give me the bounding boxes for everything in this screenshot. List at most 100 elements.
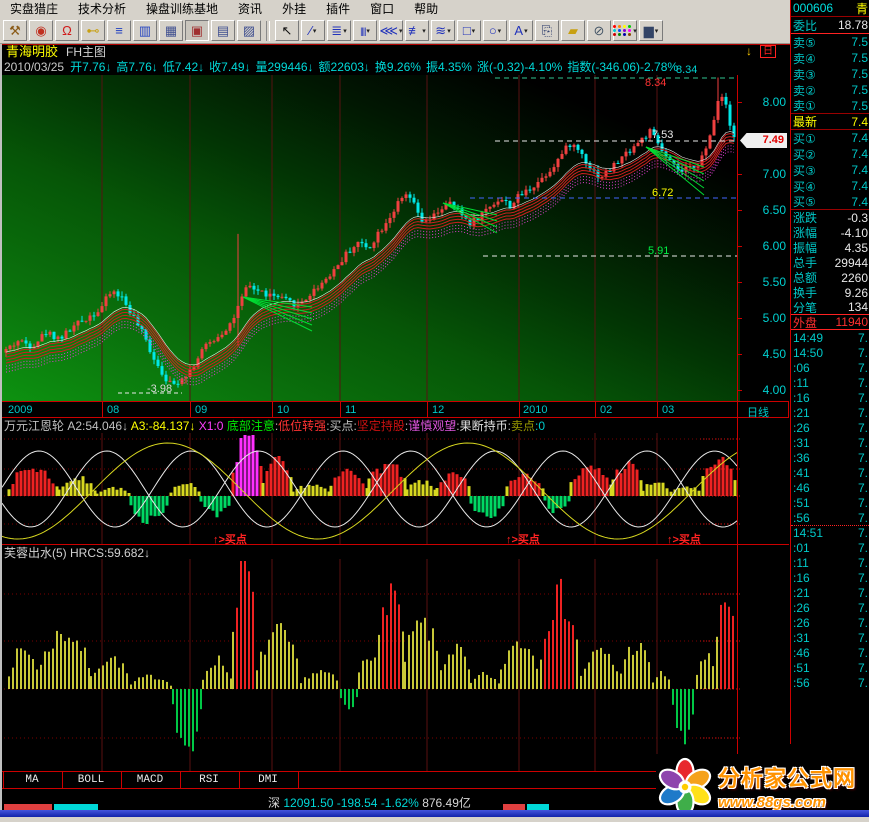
price-axis: 7.49 8.007.006.506.005.505.004.504.00 [737, 75, 790, 401]
tab-RSI[interactable]: RSI [199, 774, 219, 786]
collapse-icon[interactable]: ↓ [746, 45, 752, 58]
info-field-额: 额22603↓ [319, 60, 370, 74]
palette-button[interactable]: ▾ [613, 20, 637, 41]
buy-row: 买④7.4 [791, 178, 869, 194]
stock-name: 青海明胶 [6, 44, 58, 59]
tick-time: 14:50 [793, 346, 823, 360]
sell-label: 卖③ [793, 66, 816, 83]
stat-value: 2260 [841, 271, 868, 285]
axis-separator [272, 402, 273, 417]
menu-item-技术分析[interactable]: 技术分析 [68, 0, 136, 18]
trendline-tool-button[interactable]: ≣▾ [327, 20, 351, 41]
save-icon: ▆ [644, 23, 654, 39]
tick-price: 7. [858, 676, 868, 690]
tab-separator [180, 772, 181, 788]
vertical-lines-tool-button[interactable]: ||||▾ [353, 20, 377, 41]
tick-row: :167. [791, 570, 869, 585]
menu-item-资讯[interactable]: 资讯 [228, 0, 272, 18]
tick-time: :16 [793, 571, 810, 585]
quote-list-button[interactable]: ≡ [107, 20, 131, 41]
axis-separator [340, 402, 341, 417]
axis-separator [657, 402, 658, 417]
sell-label: 卖⑤ [793, 34, 816, 51]
tick-row: :117. [791, 375, 869, 390]
label-segment: 卖点 [511, 419, 535, 433]
stat-value: 4.35 [845, 241, 868, 255]
cursor-button[interactable]: ↖ [275, 20, 299, 41]
window-grid-button[interactable]: ▤ [211, 20, 235, 41]
info-field-低: 低7.42↓ [163, 60, 204, 74]
tick-row: :467. [791, 480, 869, 495]
split-pane-button[interactable]: ▥ [133, 20, 157, 41]
market-monitor-button[interactable]: ◉ [29, 20, 53, 41]
tab-BOLL[interactable]: BOLL [78, 774, 104, 786]
tick-row: :567. [791, 675, 869, 690]
watermark-logo: 分析家公式网 www.88gs.com [656, 754, 869, 818]
info-field-量: 量299446↓ [256, 60, 314, 74]
stock-name-short: 青 [856, 0, 868, 17]
chart-title: 青海明胶FH主图 [6, 45, 106, 59]
alarm-bell-button[interactable]: Ω [55, 20, 79, 41]
tick-price: 7. [858, 331, 868, 345]
axis-separator [190, 402, 191, 417]
axis-separator [102, 402, 103, 417]
gann-fan-tool-button[interactable]: ⋘▾ [379, 20, 403, 41]
furong-panel-canvas[interactable] [0, 559, 740, 771]
logo-text: 分析家公式网 [718, 761, 856, 793]
tab-MA[interactable]: MA [25, 774, 38, 786]
tick-price: 7. [858, 436, 868, 450]
menu-item-帮助[interactable]: 帮助 [404, 0, 448, 18]
tick-row: :017. [791, 540, 869, 555]
label-segment: A2:54.046 [67, 419, 122, 433]
menu-item-操盘训练基地[interactable]: 操盘训练基地 [136, 0, 228, 18]
tab-DMI[interactable]: DMI [258, 774, 278, 786]
period-board-icon[interactable]: 日 [760, 45, 776, 58]
label-segment: 芙蓉出水(5) [4, 546, 70, 560]
label-segment: A3:-84.137 [128, 419, 189, 433]
info-field-高: 高7.76↓ [116, 60, 157, 74]
channel-tool-button[interactable]: ≢▾ [405, 20, 429, 41]
tick-row: :067. [791, 360, 869, 375]
wave-tool-button[interactable]: ≋▾ [431, 20, 455, 41]
main-chart-canvas[interactable] [0, 75, 740, 401]
menu-item-窗口[interactable]: 窗口 [360, 0, 404, 18]
text-tool-button[interactable]: A▾ [509, 20, 533, 41]
menu-item-实盘猎庄[interactable]: 实盘猎庄 [0, 0, 68, 18]
chart-annotation-7.53: 7.53 [652, 130, 673, 141]
menu-item-外挂[interactable]: 外挂 [272, 0, 316, 18]
tick-time: :11 [793, 556, 809, 570]
logo-url[interactable]: www.88gs.com [718, 794, 856, 811]
copy-button[interactable]: ⎘ [535, 20, 559, 41]
price-label: 5.50 [763, 275, 786, 289]
tools-button[interactable]: ⚒ [3, 20, 27, 41]
window-candle-button[interactable]: ▣ [185, 20, 209, 41]
window-chart-button[interactable]: ▦ [159, 20, 183, 41]
tick-price: 7. [858, 421, 868, 435]
info-field-振: 振4.35% [426, 60, 472, 74]
save-button[interactable]: ▆▾ [639, 20, 663, 41]
tab-MACD[interactable]: MACD [137, 774, 163, 786]
plugin-connector-button[interactable]: ⊷ [81, 20, 105, 41]
chart-annotation-6.72: 6.72 [652, 188, 673, 199]
circle-tool-button[interactable]: ○▾ [483, 20, 507, 41]
axis-label-2010: 2010 [523, 404, 547, 416]
index-change: -198.54 [337, 796, 378, 810]
price-label: 7.00 [763, 167, 786, 181]
rectangle-tool-icon: □ [463, 23, 471, 38]
info-field-开: 开7.76↓ [70, 60, 111, 74]
line-tool-button[interactable]: ∕▾ [301, 20, 325, 41]
buy-row: 买⑤7.4 [791, 194, 869, 210]
gann-panel-canvas[interactable] [0, 433, 740, 544]
buy-label: 买③ [793, 162, 816, 179]
window-wave-button[interactable]: ▨ [237, 20, 261, 41]
tick-time: :31 [793, 631, 810, 645]
axis-separator [519, 402, 520, 417]
eraser-button[interactable]: ▰ [561, 20, 585, 41]
dropdown-arrow-icon: ▾ [655, 27, 659, 35]
rectangle-tool-button[interactable]: □▾ [457, 20, 481, 41]
menu-item-插件[interactable]: 插件 [316, 0, 360, 18]
no-draw-button[interactable]: ⊘ [587, 20, 611, 41]
tick-time: :26 [793, 616, 810, 630]
app-window: 实盘猎庄技术分析操盘训练基地资讯外挂插件窗口帮助 ⚒◉Ω⊷≡▥▦▣▤▨ ↖∕▾≣▾… [0, 0, 869, 822]
eraser-icon: ▰ [568, 23, 578, 39]
